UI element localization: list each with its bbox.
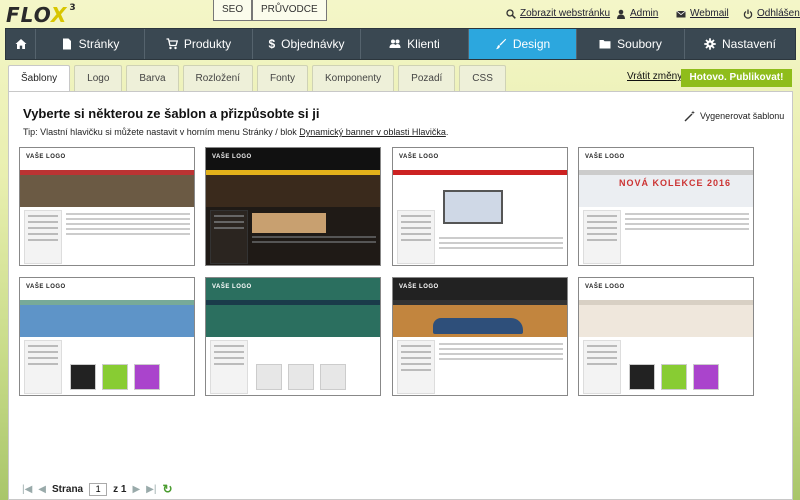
tab-color[interactable]: Barva <box>126 65 179 91</box>
brush-icon <box>495 38 507 50</box>
mail-icon <box>676 10 686 17</box>
tab-css[interactable]: CSS <box>459 65 506 91</box>
nav-files[interactable]: Soubory <box>577 29 685 59</box>
admin-link[interactable]: Admin <box>616 8 658 19</box>
pagination: |◀ ◀ Strana z 1 ▶ ▶| ↻ <box>22 482 173 496</box>
template-thumbnail-3[interactable]: VAŠE LOGO <box>392 147 568 266</box>
design-subtabs: Šablony Logo Barva Rozložení Fonty Kompo… <box>8 65 506 92</box>
thumb-banner-text: NOVÁ KOLEKCE 2016 <box>619 178 732 188</box>
thumb-logo: VAŠE LOGO <box>585 284 625 290</box>
thumb-banner <box>206 305 380 337</box>
nav-products[interactable]: Produkty <box>145 29 253 59</box>
page-title: Vyberte si některou ze šablon a přizpůso… <box>23 106 320 121</box>
guide-button[interactable]: PRŮVODCE <box>252 0 327 21</box>
generate-template-button[interactable]: Vygenerovat šablonu <box>684 110 784 122</box>
home-icon <box>15 39 26 49</box>
template-thumbnail-7[interactable]: VAŠE LOGO <box>392 277 568 396</box>
logout-link[interactable]: Odhlášení <box>743 8 800 19</box>
prev-page-icon[interactable]: ◀ <box>38 484 46 495</box>
tab-fonts[interactable]: Fonty <box>256 65 308 91</box>
view-website-link[interactable]: Zobrazit webstránku <box>506 8 610 19</box>
nav-settings[interactable]: Nastavení <box>685 29 795 59</box>
thumb-banner <box>579 305 753 337</box>
flox-logo: FLOX 3 <box>6 3 77 27</box>
template-thumbnail-8[interactable]: VAŠE LOGO <box>578 277 754 396</box>
thumb-logo: VAŠE LOGO <box>26 284 66 290</box>
thumb-logo: VAŠE LOGO <box>26 154 66 160</box>
thumb-logo: VAŠE LOGO <box>212 284 252 290</box>
search-icon <box>506 8 516 19</box>
template-thumbnail-4[interactable]: VAŠE LOGO NOVÁ KOLEKCE 2016 <box>578 147 754 266</box>
template-thumbnail-5[interactable]: VAŠE LOGO <box>19 277 195 396</box>
tab-templates[interactable]: Šablony <box>8 65 71 92</box>
dynamic-banner-link[interactable]: Dynamický banner v oblasti Hlavička <box>299 127 446 137</box>
webmail-link[interactable]: Webmail <box>676 8 729 19</box>
gear-icon <box>704 38 716 50</box>
thumb-logo: VAŠE LOGO <box>399 284 439 290</box>
magic-wand-icon <box>684 110 695 122</box>
tab-logo[interactable]: Logo <box>74 65 123 91</box>
nav-pages[interactable]: Stránky <box>36 29 145 59</box>
user-icon <box>617 9 625 19</box>
thumb-logo: VAŠE LOGO <box>585 154 625 160</box>
power-icon <box>743 9 753 19</box>
first-page-icon[interactable]: |◀ <box>22 484 32 495</box>
last-page-icon[interactable]: ▶| <box>146 484 156 495</box>
refresh-icon[interactable]: ↻ <box>162 482 172 496</box>
template-thumbnail-2[interactable]: VAŠE LOGO <box>205 147 381 266</box>
tab-background[interactable]: Pozadí <box>398 65 456 91</box>
revert-changes-link[interactable]: Vrátit změny <box>627 71 682 82</box>
page-label: Strana <box>52 483 84 495</box>
thumb-logo: VAŠE LOGO <box>399 154 439 160</box>
template-thumbnail-1[interactable]: VAŠE LOGO <box>19 147 195 266</box>
tip-text: Tip: Vlastní hlavičku si můžete nastavit… <box>23 127 449 137</box>
template-thumbnail-6[interactable]: VAŠE LOGO <box>205 277 381 396</box>
next-page-icon[interactable]: ▶ <box>132 484 140 495</box>
publish-button[interactable]: Hotovo. Publikovat! <box>681 69 792 87</box>
page-number-input[interactable] <box>89 482 108 496</box>
tab-components[interactable]: Komponenty <box>312 65 395 91</box>
nav-orders[interactable]: $ Objednávky <box>253 29 361 59</box>
cart-icon <box>166 38 178 50</box>
page-total: z 1 <box>113 483 127 495</box>
top-bar: FLOX 3 SEO PRŮVODCE Zobrazit webstránku A… <box>0 0 800 28</box>
page-icon <box>62 38 71 50</box>
nav-clients[interactable]: Klienti <box>361 29 469 59</box>
thumb-banner <box>20 305 194 337</box>
dollar-icon: $ <box>268 37 276 51</box>
nav-home[interactable] <box>6 29 36 59</box>
thumb-logo: VAŠE LOGO <box>212 154 252 160</box>
thumb-banner <box>20 175 194 207</box>
thumb-banner <box>206 175 380 207</box>
nav-design[interactable]: Design <box>469 29 577 59</box>
tab-layout[interactable]: Rozložení <box>182 65 253 91</box>
main-navigation: Stránky Produkty $ Objednávky Klienti De… <box>5 28 796 60</box>
seo-button[interactable]: SEO <box>213 0 253 21</box>
users-icon <box>389 39 401 48</box>
folder-icon <box>599 40 611 49</box>
